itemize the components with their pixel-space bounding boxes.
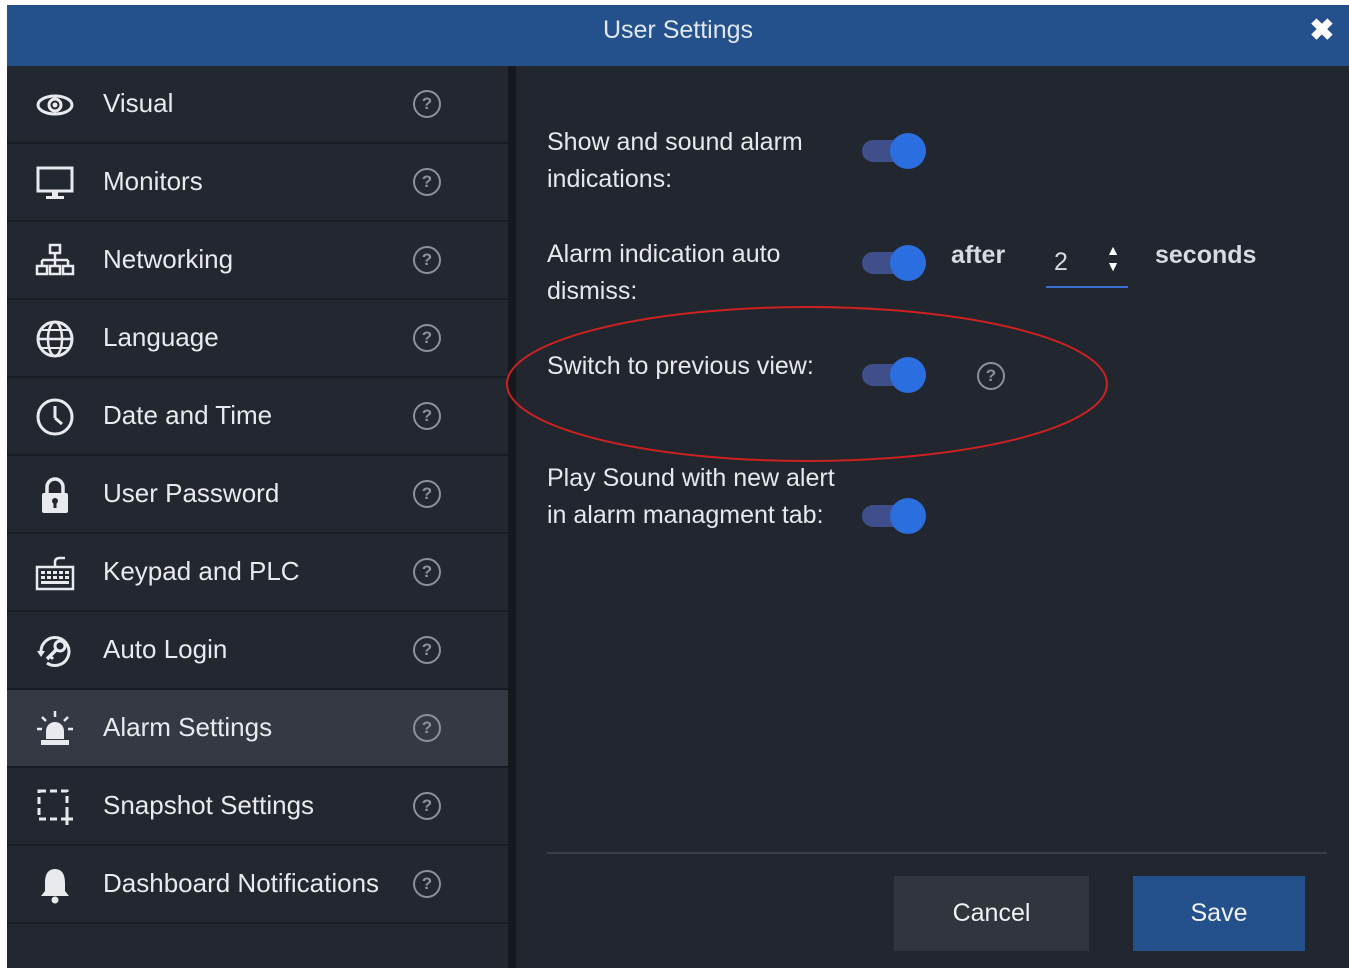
lock-icon xyxy=(35,475,75,515)
sidebar-item-label: Keypad and PLC xyxy=(103,556,300,586)
sidebar-item-label: Date and Time xyxy=(103,400,273,430)
title-bar: User Settings ✖ xyxy=(7,5,1349,66)
alarm-icon xyxy=(35,709,75,749)
help-icon[interactable]: ? xyxy=(413,324,441,352)
sidebar-item-language[interactable]: Language ? xyxy=(7,300,508,378)
key-icon xyxy=(35,631,75,671)
auto-dismiss-label: Alarm indication auto dismiss: xyxy=(547,240,781,305)
sidebar-item-label: Language xyxy=(103,322,219,352)
help-icon[interactable]: ? xyxy=(413,480,441,508)
user-settings-dialog: User Settings ✖ Visual ? Monitors ? Netw… xyxy=(7,5,1349,968)
globe-icon xyxy=(35,319,75,359)
sidebar-item-label: Auto Login xyxy=(103,634,228,664)
auto-dismiss-toggle[interactable] xyxy=(862,245,926,281)
snapshot-icon xyxy=(35,787,75,827)
footer-divider xyxy=(547,852,1327,854)
keypad-icon xyxy=(35,553,75,593)
eye-icon xyxy=(35,85,75,125)
sidebar-item-date-and-time[interactable]: Date and Time ? xyxy=(7,378,508,456)
toggle-knob xyxy=(890,498,926,534)
sidebar-item-dashboard-notifications[interactable]: Dashboard Notifications ? xyxy=(7,846,508,924)
help-icon[interactable]: ? xyxy=(413,792,441,820)
show-alarm-label: Show and sound alarm indications: xyxy=(547,128,803,193)
monitor-icon xyxy=(35,163,75,203)
clock-icon xyxy=(35,397,75,437)
sidebar-item-label: Monitors xyxy=(103,166,203,196)
after-label: after xyxy=(951,241,1006,269)
network-icon xyxy=(35,241,75,281)
sidebar-item-visual[interactable]: Visual ? xyxy=(7,66,508,144)
spinner-arrows-icon[interactable]: ▲ ▼ xyxy=(1104,242,1122,278)
show-alarm-toggle[interactable] xyxy=(862,133,926,169)
panel-divider xyxy=(508,66,516,968)
sidebar-item-label: Networking xyxy=(103,244,234,274)
dialog-title: User Settings xyxy=(602,16,754,44)
highlight-ellipse xyxy=(506,306,1108,462)
sidebar-item-label: Snapshot Settings xyxy=(103,790,315,820)
save-button[interactable]: Save xyxy=(1133,876,1305,951)
sidebar-item-auto-login[interactable]: Auto Login ? xyxy=(7,612,508,690)
dismiss-seconds-value[interactable]: 2 xyxy=(1054,248,1068,277)
help-icon[interactable]: ? xyxy=(413,714,441,742)
sidebar-item-keypad-and-plc[interactable]: Keypad and PLC ? xyxy=(7,534,508,612)
play-sound-label: Play Sound with new alert in alarm manag… xyxy=(547,464,835,529)
help-icon[interactable]: ? xyxy=(413,636,441,664)
settings-sidebar: Visual ? Monitors ? Networking ? Languag… xyxy=(7,66,508,968)
alarm-settings-panel: Show and sound alarm indications: Alarm … xyxy=(506,66,1349,968)
play-sound-toggle[interactable] xyxy=(862,498,926,534)
sidebar-item-user-password[interactable]: User Password ? xyxy=(7,456,508,534)
help-icon[interactable]: ? xyxy=(413,246,441,274)
toggle-knob xyxy=(890,133,926,169)
help-icon[interactable]: ? xyxy=(413,168,441,196)
help-icon[interactable]: ? xyxy=(413,402,441,430)
sidebar-item-label: Dashboard Notifications xyxy=(103,868,380,898)
sidebar-item-networking[interactable]: Networking ? xyxy=(7,222,508,300)
seconds-label: seconds xyxy=(1155,241,1257,269)
sidebar-item-snapshot-settings[interactable]: Snapshot Settings ? xyxy=(7,768,508,846)
sidebar-item-label: User Password xyxy=(103,478,280,508)
cancel-button[interactable]: Cancel xyxy=(894,876,1089,951)
close-icon[interactable]: ✖ xyxy=(1309,16,1335,46)
sidebar-item-label: Alarm Settings xyxy=(103,712,273,742)
sidebar-item-alarm-settings[interactable]: Alarm Settings ? xyxy=(7,690,508,768)
help-icon[interactable]: ? xyxy=(413,90,441,118)
dismiss-seconds-field[interactable]: 2 ▲ ▼ xyxy=(1046,236,1128,288)
bell-icon xyxy=(35,865,75,905)
toggle-knob xyxy=(890,245,926,281)
help-icon[interactable]: ? xyxy=(413,870,441,898)
sidebar-item-label: Visual xyxy=(103,88,174,118)
help-icon[interactable]: ? xyxy=(413,558,441,586)
sidebar-item-monitors[interactable]: Monitors ? xyxy=(7,144,508,222)
